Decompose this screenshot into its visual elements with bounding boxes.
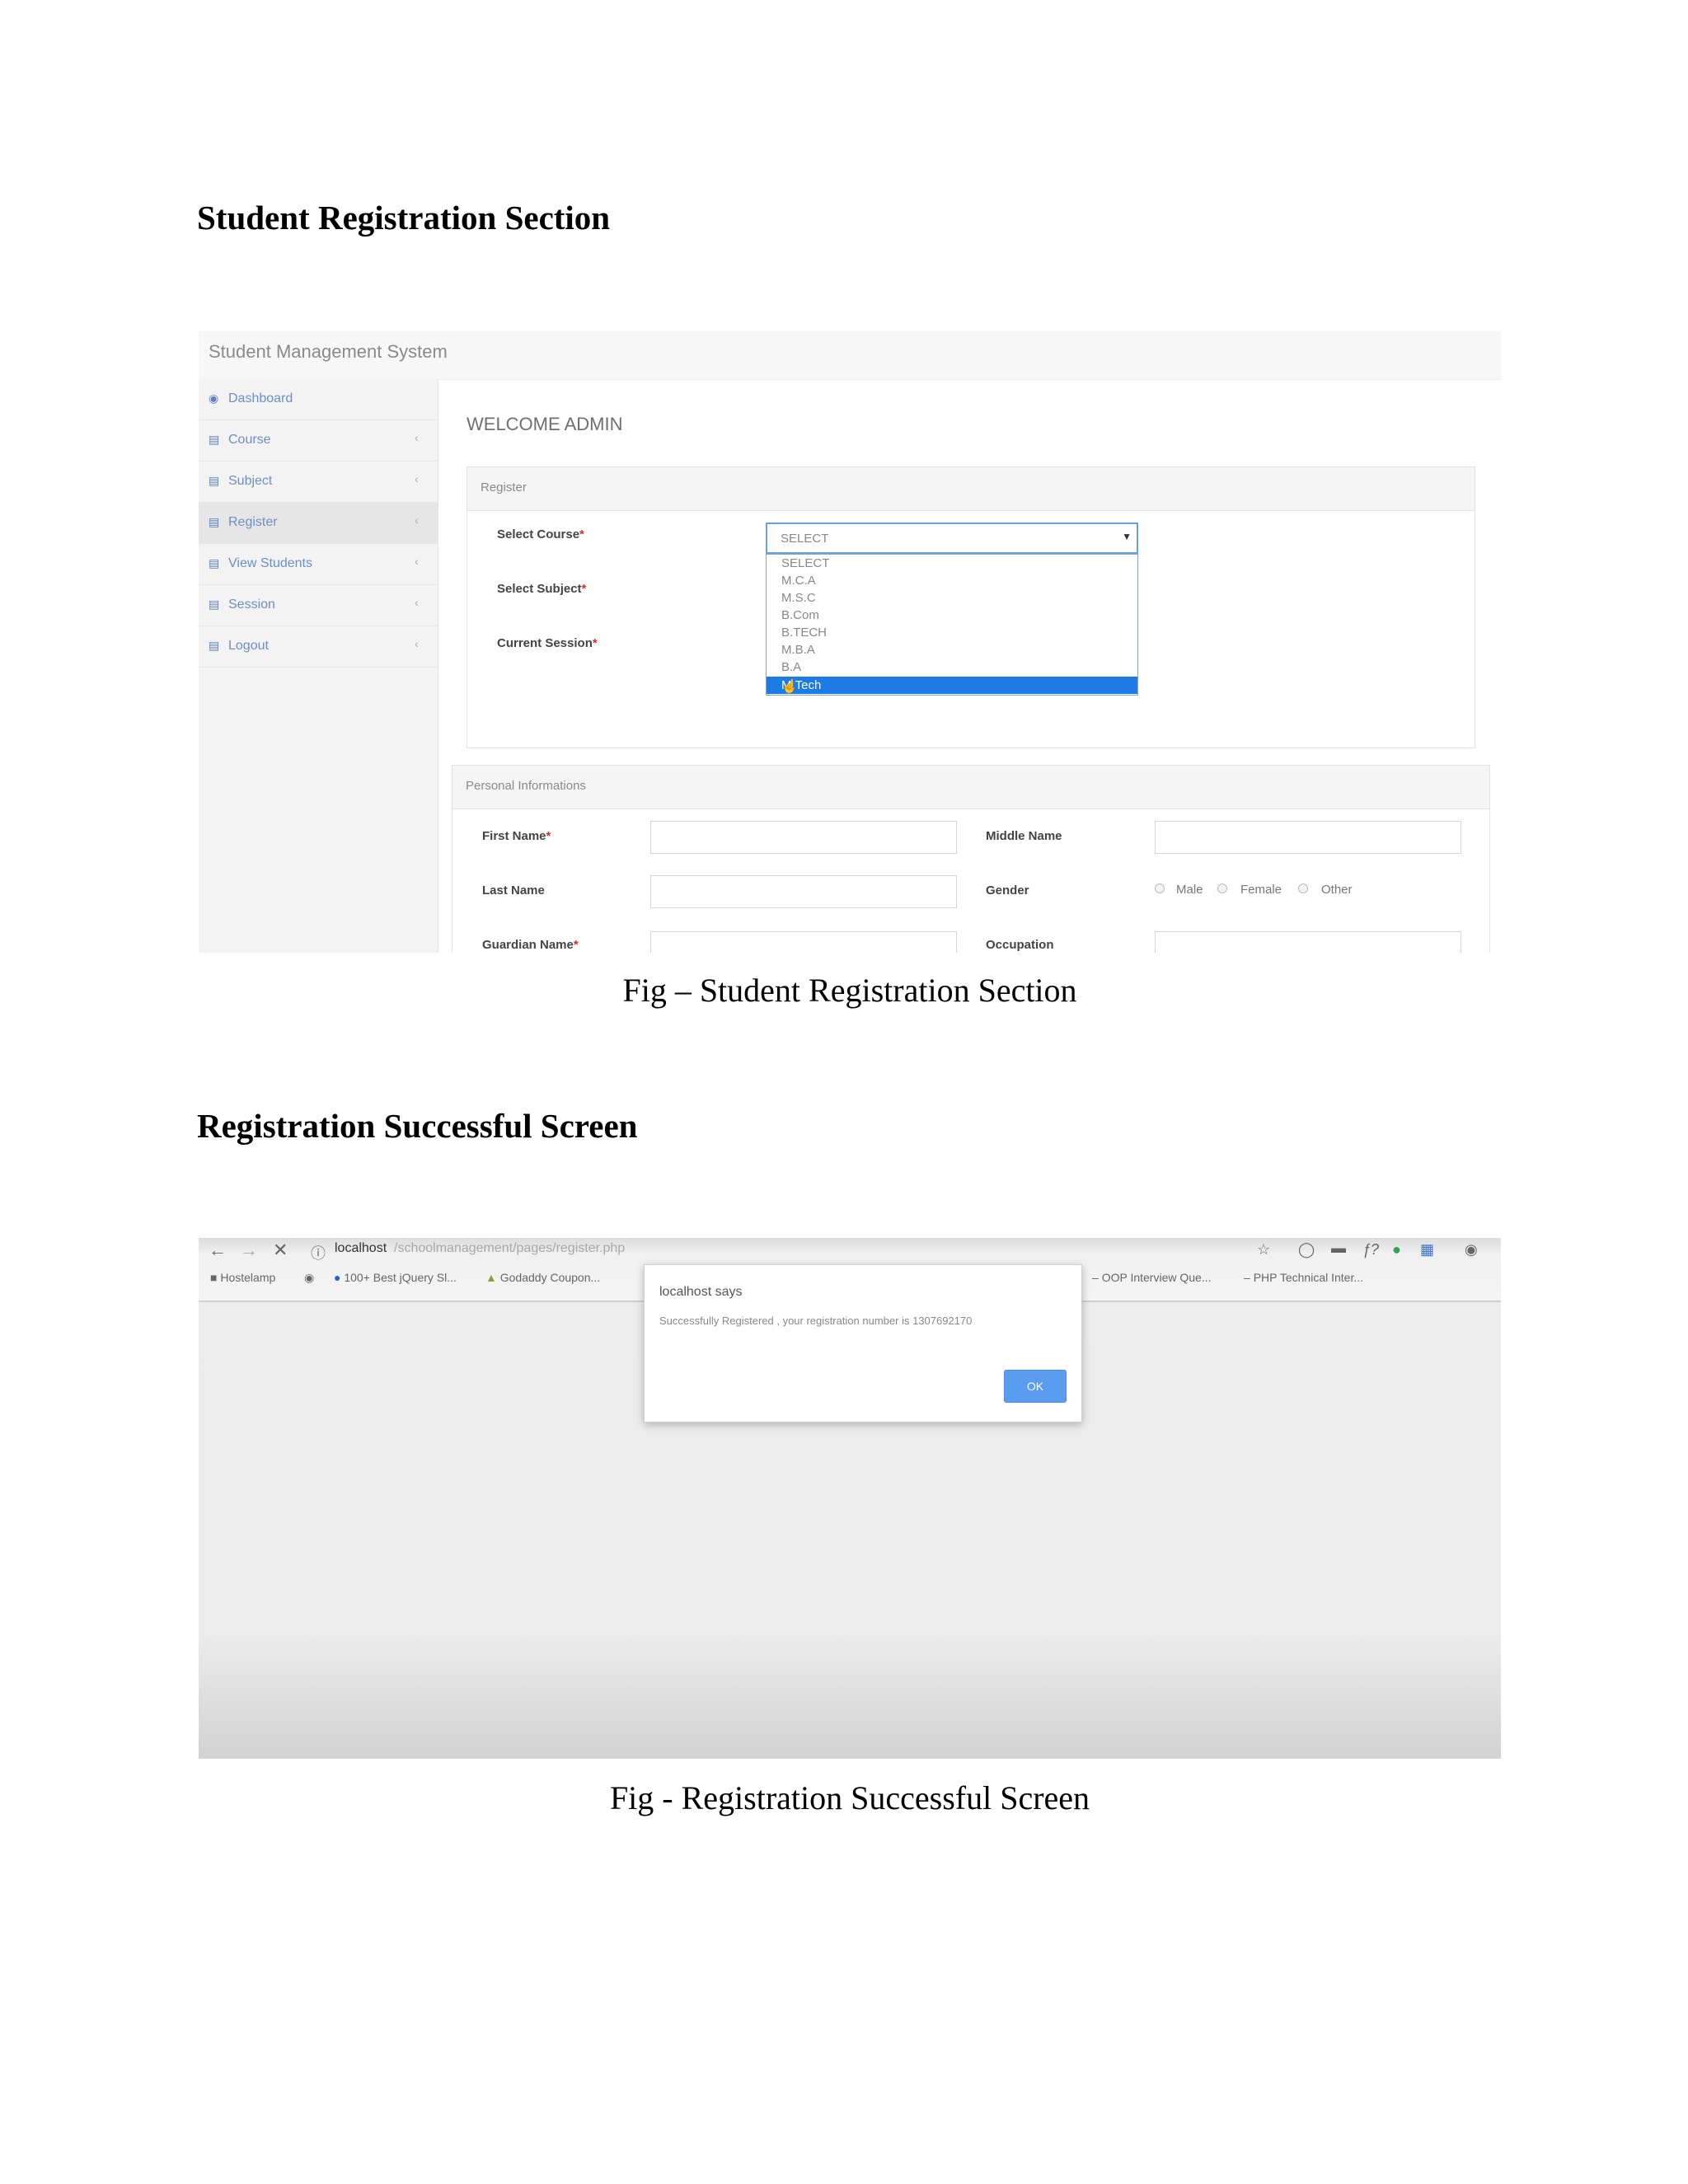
registration-success-screenshot: ← → ✕ ⓘ localhost /schoolmanagement/page… — [199, 1238, 1501, 1759]
alert-title: localhost says — [659, 1285, 743, 1299]
chevron-left-icon: ‹ — [415, 596, 419, 609]
sidebar-item-subject[interactable]: ▤ Subject ‹ — [199, 462, 438, 503]
bar-chart-icon: ▤ — [209, 433, 220, 446]
green-extension-icon[interactable]: ● — [1392, 1241, 1401, 1258]
sidebar-item-label: Dashboard — [228, 391, 293, 405]
register-panel-header: Register — [467, 467, 1475, 511]
bar-chart-icon: ▤ — [209, 515, 220, 528]
app-title: Student Management System — [209, 341, 448, 362]
info-icon[interactable]: ⓘ — [311, 1242, 326, 1263]
last-name-input[interactable] — [650, 875, 957, 908]
alert-message: Successfully Registered , your registrat… — [659, 1315, 973, 1327]
occupation-input[interactable] — [1155, 931, 1461, 953]
sidebar: ◉ Dashboard ▤ Course ‹ ▤ Subject ‹ ▤ Reg… — [199, 379, 438, 953]
profile-icon[interactable]: ◉ — [1465, 1241, 1478, 1258]
chevron-left-icon: ‹ — [415, 637, 419, 650]
hand-cursor-icon: ☝ — [781, 680, 798, 694]
sidebar-item-logout[interactable]: ▤ Logout ‹ — [199, 626, 438, 668]
middle-name-label: Middle Name — [986, 829, 1062, 843]
guardian-name-input[interactable] — [650, 931, 957, 953]
bookmark-hostelamp[interactable]: ■ Hostelamp — [210, 1271, 275, 1284]
sidebar-item-label: Subject — [228, 474, 273, 488]
back-arrow-icon[interactable]: ← — [209, 1240, 227, 1261]
register-panel-title: Register — [481, 480, 527, 494]
sidebar-item-course[interactable]: ▤ Course ‹ — [199, 420, 438, 462]
course-select[interactable]: SELECT ▼ — [766, 523, 1138, 554]
extension-dash-icon[interactable]: ▬ — [1331, 1240, 1346, 1257]
occupation-label: Occupation — [986, 938, 1054, 952]
personal-info-panel-title: Personal Informations — [466, 779, 586, 793]
sidebar-item-register[interactable]: ▤ Register ‹ — [199, 503, 438, 544]
chevron-left-icon: ‹ — [415, 431, 419, 444]
guardian-name-label: Guardian Name* — [482, 938, 579, 952]
bar-chart-icon: ▤ — [209, 598, 220, 611]
personal-info-panel: Personal Informations — [452, 765, 1490, 953]
bar-chart-icon: ▤ — [209, 639, 220, 652]
ok-button[interactable]: OK — [1004, 1370, 1067, 1403]
first-name-input[interactable] — [650, 821, 957, 854]
alert-dialog: localhost says Successfully Registered ,… — [644, 1264, 1082, 1422]
star-icon[interactable]: ☆ — [1257, 1241, 1270, 1258]
close-icon[interactable]: ✕ — [273, 1240, 288, 1261]
figure-caption-registration: Fig – Student Registration Section — [622, 972, 1077, 1009]
bookmark-oop[interactable]: – OOP Interview Que... — [1092, 1271, 1211, 1284]
sidebar-item-label: Session — [228, 598, 275, 612]
select-subject-label: Select Subject* — [497, 582, 587, 596]
course-option[interactable]: SELECT — [767, 555, 1137, 572]
course-option[interactable]: B.A — [767, 658, 1137, 676]
bookmark-php[interactable]: – PHP Technical Inter... — [1244, 1271, 1363, 1284]
formula-icon[interactable]: ƒ? — [1362, 1241, 1379, 1258]
student-registration-screenshot: Student Management System ◉ Dashboard ▤ … — [199, 331, 1501, 953]
course-option-highlighted[interactable]: M.Tech ☝ — [767, 677, 1137, 694]
chevron-left-icon: ‹ — [415, 513, 419, 527]
course-dropdown-list: SELECT M.C.A M.S.C B.Com B.TECH M.B.A B.… — [766, 554, 1138, 696]
gender-radio-label: Other — [1321, 883, 1353, 897]
address-bar-host[interactable]: localhost — [335, 1241, 387, 1256]
address-bar-path[interactable]: /schoolmanagement/pages/register.php — [394, 1241, 625, 1256]
course-option[interactable]: M.B.A — [767, 641, 1137, 658]
gender-label: Gender — [986, 883, 1029, 898]
sidebar-item-view-students[interactable]: ▤ View Students ‹ — [199, 544, 438, 585]
sidebar-item-label: View Students — [228, 556, 312, 570]
calendar-icon[interactable]: ▦ — [1420, 1241, 1434, 1258]
bar-chart-icon: ▤ — [209, 474, 220, 487]
course-option[interactable]: B.TECH — [767, 624, 1137, 641]
course-option[interactable]: M.C.A — [767, 572, 1137, 589]
bar-chart-icon: ▤ — [209, 556, 220, 569]
section-heading-success: Registration Successful Screen — [197, 1107, 638, 1145]
extension-circle-icon[interactable]: ◯ — [1298, 1241, 1315, 1258]
current-session-label: Current Session* — [497, 636, 598, 650]
sidebar-item-label: Logout — [228, 639, 269, 653]
course-option[interactable]: M.S.C — [767, 589, 1137, 607]
chevron-left-icon: ‹ — [415, 555, 419, 568]
forward-arrow-icon[interactable]: → — [240, 1240, 258, 1261]
sidebar-item-dashboard[interactable]: ◉ Dashboard — [199, 379, 438, 420]
gender-radio-male[interactable] — [1155, 883, 1165, 893]
select-course-label: Select Course* — [497, 527, 584, 541]
bookmark-jquery[interactable]: ● 100+ Best jQuery Sl... — [334, 1271, 457, 1284]
gender-radio-female[interactable] — [1217, 883, 1227, 893]
first-name-label: First Name* — [482, 829, 551, 843]
sidebar-item-label: Course — [228, 433, 271, 447]
course-option[interactable]: B.Com — [767, 607, 1137, 624]
sidebar-item-session[interactable]: ▤ Session ‹ — [199, 585, 438, 626]
dashboard-icon: ◉ — [209, 391, 219, 405]
figure-caption-success: Fig - Registration Successful Screen — [609, 1779, 1090, 1816]
welcome-heading: WELCOME ADMIN — [467, 414, 623, 434]
caret-down-icon: ▼ — [1122, 531, 1132, 542]
sidebar-item-label: Register — [228, 515, 278, 529]
app-header: Student Management System — [199, 331, 1501, 380]
gender-radio-other[interactable] — [1298, 883, 1308, 893]
section-heading-registration: Student Registration Section — [197, 199, 611, 237]
middle-name-input[interactable] — [1155, 821, 1461, 854]
last-name-label: Last Name — [482, 883, 545, 898]
course-select-value: SELECT — [781, 532, 829, 546]
chevron-left-icon: ‹ — [415, 472, 419, 485]
gender-radio-label: Female — [1240, 883, 1282, 897]
gender-radio-label: Male — [1176, 883, 1203, 897]
globe-icon[interactable]: ◉ — [304, 1271, 314, 1285]
personal-info-panel-header: Personal Informations — [452, 766, 1489, 809]
bookmark-godaddy[interactable]: ▲ Godaddy Coupon... — [485, 1271, 600, 1284]
